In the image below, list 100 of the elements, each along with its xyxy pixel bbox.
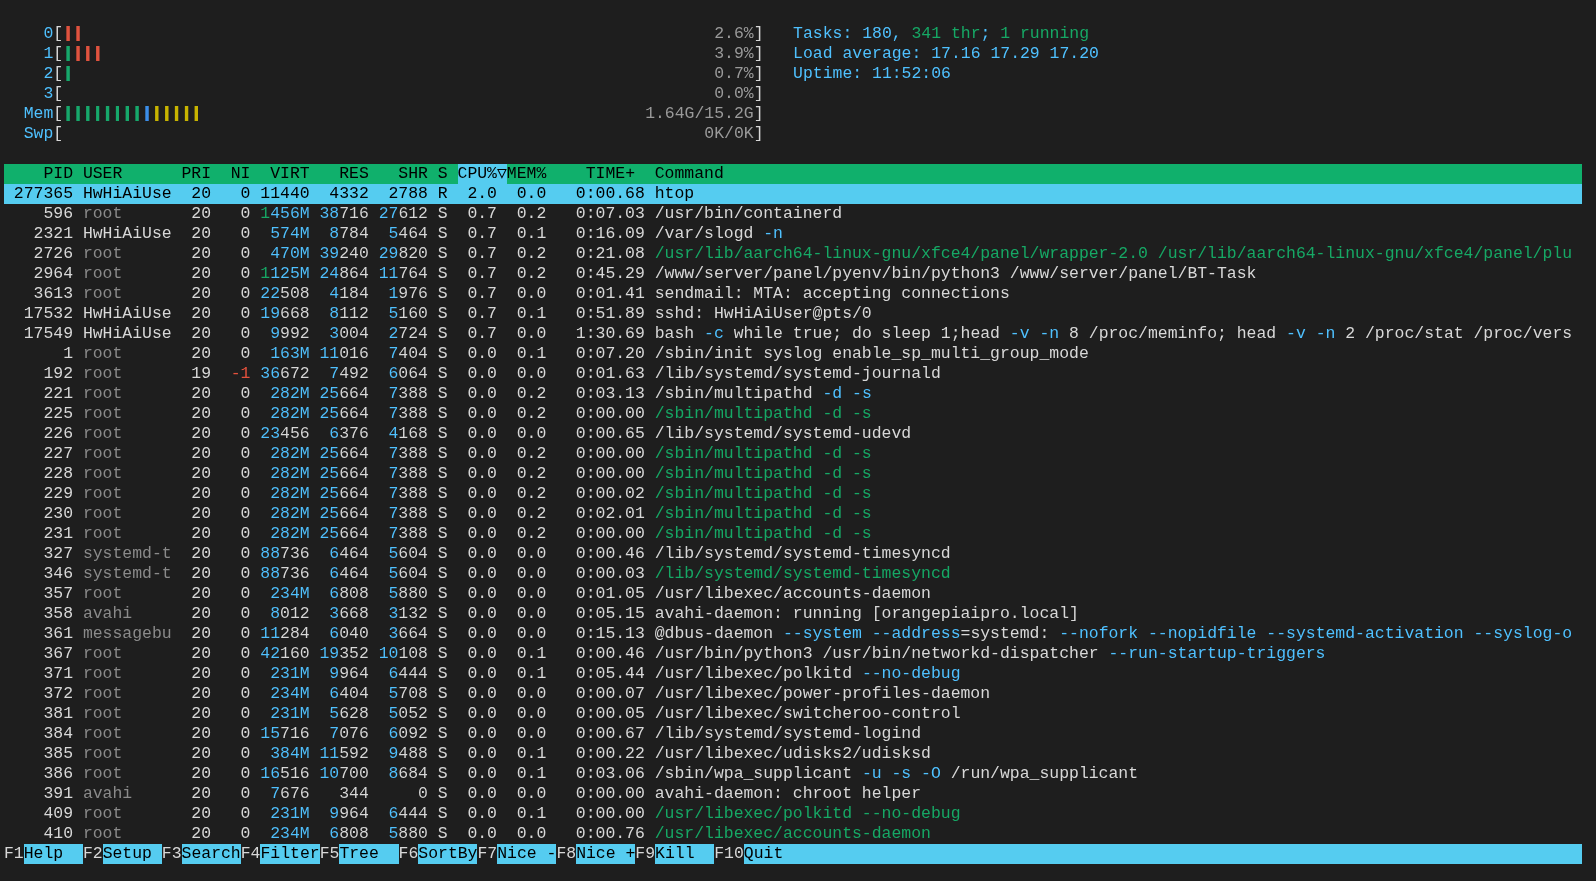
process-row[interactable]: 226 root 20 0 23456 6376 4168 S 0.0 0.0 0:00.65 /lib/systemd/systemd-udevd [4, 424, 1583, 444]
key-hint: F1 [4, 844, 24, 864]
table-cell-text: 358 [42, 604, 73, 624]
column-header[interactable]: USER [82, 164, 172, 184]
column-header[interactable]: VIRT [260, 164, 310, 184]
table-cell-text: root [82, 644, 124, 664]
table-cell-text: 20 [190, 344, 212, 364]
process-row[interactable]: 277365 HwHiAiUse 20 0 11440 4332 2788 R 2.0 0.0 0:00.68 htop [4, 184, 1583, 204]
process-row[interactable]: 17549 HwHiAiUse 20 0 9992 3004 2724 S 0.7 0.0 1:30.69 bash -c while true; do sleep 1;head -v -n 8 /proc/meminfo; head -v -n 2 /proc/stat /proc/vers [4, 324, 1583, 344]
process-row[interactable]: 409 root 20 0 231M 9964 6444 S 0.0 0.1 0:00.00 /usr/libexec/polkitd --no-debug [4, 804, 1583, 824]
function-key-button[interactable]: Help [23, 844, 83, 864]
column-header[interactable]: S [437, 164, 448, 184]
process-row[interactable]: 228 root 20 0 282M 25664 7388 S 0.0 0.2 0:00.00 /sbin/multipathd -d -s [4, 464, 1583, 484]
meter-bracket: ] [753, 24, 764, 44]
process-row[interactable]: 2964 root 20 0 1125M 24864 11764 S 0.7 0.2 0:45.29 /www/server/panel/pyenv/bin/python3 /www/server/panel/BT-Task [4, 264, 1583, 284]
column-header[interactable]: SHR [378, 164, 428, 184]
process-row[interactable]: 2726 root 20 0 470M 39240 29820 S 0.7 0.2 0:21.08 /usr/lib/aarch64-linux-gnu/xfce4/panel/wrapper-2.0 /usr/lib/aarch64-linux-gnu/xfce4/panel/plu [4, 244, 1583, 264]
table-cell-text: 0.0 [466, 384, 497, 404]
table-cell: S [437, 624, 448, 644]
column-header[interactable]: TIME+ [556, 164, 635, 184]
command-cell-text: /usr/libexec/accounts-daemon [654, 824, 932, 844]
table-cell-text: 0.0 [466, 404, 497, 424]
table-cell-text: 2321 [32, 224, 73, 244]
column-header[interactable]: NI [220, 164, 251, 184]
process-row[interactable]: 385 root 20 0 384M 11592 9488 S 0.0 0.1 0:00.22 /usr/libexec/udisks2/udisksd [4, 744, 1583, 764]
table-cell: R [437, 184, 448, 204]
column-header[interactable]: CPU%▽ [457, 164, 507, 184]
table-cell-text: 371 [42, 664, 73, 684]
command-cell-text: avahi-daemon: chroot helper [654, 784, 923, 804]
meter-bracket: [ [53, 124, 64, 144]
process-row[interactable]: 384 root 20 0 15716 7076 6092 S 0.0 0.0 0:00.67 /lib/systemd/systemd-logind [4, 724, 1583, 744]
process-row[interactable]: 17532 HwHiAiUse 20 0 19668 8112 5160 S 0.7 0.1 0:51.89 sshd: HwHiAiUser@pts/0 [4, 304, 1583, 324]
table-cell: S [437, 724, 448, 744]
table-cell-text: 0:01.41 [574, 284, 645, 304]
process-row[interactable]: 327 systemd-t 20 0 88736 6464 5604 S 0.0 0.0 0:00.46 /lib/systemd/systemd-timesyncd [4, 544, 1583, 564]
process-row[interactable]: 596 root 20 0 1456M 38716 27612 S 0.7 0.2 0:07.03 /usr/bin/containerd [4, 204, 1583, 224]
key-hint: F10 [714, 844, 744, 864]
table-cell-text: 20 [190, 284, 212, 304]
function-key-button[interactable]: Setup [102, 844, 162, 864]
function-key-button[interactable]: Nice - [497, 844, 557, 864]
table-cell: S [437, 824, 448, 844]
meter-value: 2.6% [714, 24, 754, 44]
table-cell-text: root [82, 664, 124, 684]
process-row[interactable]: 381 root 20 0 231M 5628 5052 S 0.0 0.0 0:00.05 /usr/libexec/switcheroo-control [4, 704, 1583, 724]
table-cell-text: 20 [190, 324, 212, 344]
table-cell: S [437, 504, 448, 524]
process-row[interactable]: 386 root 20 0 16516 10700 8684 S 0.0 0.1 0:03.06 /sbin/wpa_supplicant -u -s -O /run/wpa_supplicant [4, 764, 1583, 784]
table-cell-text: 0:00.00 [574, 804, 645, 824]
table-cell-text: 20 [190, 604, 212, 624]
table-cell-text: 0 [239, 404, 251, 424]
table-cell-text: 0.7 [466, 284, 497, 304]
process-row[interactable]: 391 avahi 20 0 7676 344 0 S 0.0 0.0 0:00.00 avahi-daemon: chroot helper [4, 784, 1583, 804]
table-cell-text: 0 [239, 604, 251, 624]
process-row[interactable]: 410 root 20 0 234M 6808 5880 S 0.0 0.0 0:00.76 /usr/libexec/accounts-daemon [4, 824, 1583, 844]
process-row[interactable]: 229 root 20 0 282M 25664 7388 S 0.0 0.2 0:00.02 /sbin/multipathd -d -s [4, 484, 1583, 504]
function-key-button[interactable]: Filter [260, 844, 320, 864]
table-cell: systemd-t [82, 564, 172, 584]
process-row[interactable]: 372 root 20 0 234M 6404 5708 S 0.0 0.0 0:00.07 /usr/libexec/power-profiles-daemon [4, 684, 1583, 704]
table-cell: S [437, 444, 448, 464]
table-cell-text: 0.0 [466, 424, 497, 444]
function-key-button[interactable]: Quit [743, 844, 1583, 864]
process-row[interactable]: 221 root 20 0 282M 25664 7388 S 0.0 0.2 0:03.13 /sbin/multipathd -d -s [4, 384, 1583, 404]
table-cell-text: 0 [239, 764, 251, 784]
column-header[interactable]: PRI [181, 164, 212, 184]
process-row[interactable]: 358 avahi 20 0 8012 3668 3132 S 0.0 0.0 0:05.15 avahi-daemon: running [orangepiaipro.local] [4, 604, 1583, 624]
process-row[interactable]: 1 root 20 0 163M 11016 7404 S 0.0 0.1 0:07.20 /sbin/init syslog enable_sp_multi_group_mode [4, 344, 1583, 364]
table-cell-text: 0 [239, 324, 251, 344]
process-row[interactable]: 2321 HwHiAiUse 20 0 574M 8784 5464 S 0.7 0.1 0:16.09 /var/slogd -n [4, 224, 1583, 244]
function-key-button[interactable]: Nice + [576, 844, 636, 864]
process-row[interactable]: 231 root 20 0 282M 25664 7388 S 0.0 0.2 0:00.00 /sbin/multipathd -d -s [4, 524, 1583, 544]
function-key-button[interactable]: Kill [655, 844, 715, 864]
process-row[interactable]: 361 messagebu 20 0 11284 6040 3664 S 0.0 0.0 0:15.13 @dbus-daemon --system --address=systemd: --nofork --nopidfile --systemd-activation --syslog-o [4, 624, 1583, 644]
process-row[interactable]: 367 root 20 0 42160 19352 10108 S 0.0 0.1 0:00.46 /usr/bin/python3 /usr/bin/networkd-dispatcher --run-startup-triggers [4, 644, 1583, 664]
command-cell-text: sendmail: MTA: accepting connections [654, 284, 1011, 304]
process-row[interactable]: 357 root 20 0 234M 6808 5880 S 0.0 0.0 0:01.05 /usr/libexec/accounts-daemon [4, 584, 1583, 604]
column-header[interactable]: Command [654, 164, 1582, 184]
table-cell-text: avahi [82, 604, 134, 624]
table-cell-text: 0 [239, 244, 251, 264]
meter-bracket: ] [753, 84, 764, 104]
column-header[interactable]: PID [4, 164, 73, 184]
table-cell-text: 0.0 [466, 484, 497, 504]
table-cell-text: 0:01.63 [574, 364, 645, 384]
process-row[interactable]: 192 root 19 -1 36672 7492 6064 S 0.0 0.0 0:01.63 /lib/systemd/systemd-journald [4, 364, 1583, 384]
process-row[interactable]: 371 root 20 0 231M 9964 6444 S 0.0 0.1 0:05.44 /usr/libexec/polkitd --no-debug [4, 664, 1583, 684]
table-cell-text: 391 [42, 784, 73, 804]
process-row[interactable]: 3613 root 20 0 22508 4184 1976 S 0.7 0.0 0:01.41 sendmail: MTA: accepting connections [4, 284, 1583, 304]
function-key-button[interactable]: SortBy [418, 844, 478, 864]
usage-meter-text: | [142, 104, 152, 124]
table-cell-text: 0.2 [515, 244, 547, 264]
process-row[interactable]: 346 systemd-t 20 0 88736 6464 5604 S 0.0 0.0 0:00.03 /lib/systemd/systemd-timesyncd [4, 564, 1583, 584]
function-key-button[interactable]: Search [181, 844, 241, 864]
process-row[interactable]: 227 root 20 0 282M 25664 7388 S 0.0 0.2 0:00.00 /sbin/multipathd -d -s [4, 444, 1583, 464]
process-row[interactable]: 230 root 20 0 282M 25664 7388 S 0.0 0.2 0:02.01 /sbin/multipathd -d -s [4, 504, 1583, 524]
command-cell-text: /usr/bin/python3 /usr/bin/networkd-dispatcher --run-startup-triggers [654, 644, 1327, 664]
key-hint: F9 [635, 844, 656, 864]
function-key-button[interactable]: Tree [339, 844, 399, 864]
table-cell-text: 20 [190, 664, 212, 684]
table-cell: S [437, 644, 448, 664]
column-header[interactable]: RES [319, 164, 369, 184]
process-row[interactable]: 225 root 20 0 282M 25664 7388 S 0.0 0.2 0:00.00 /sbin/multipathd -d -s [4, 404, 1583, 424]
